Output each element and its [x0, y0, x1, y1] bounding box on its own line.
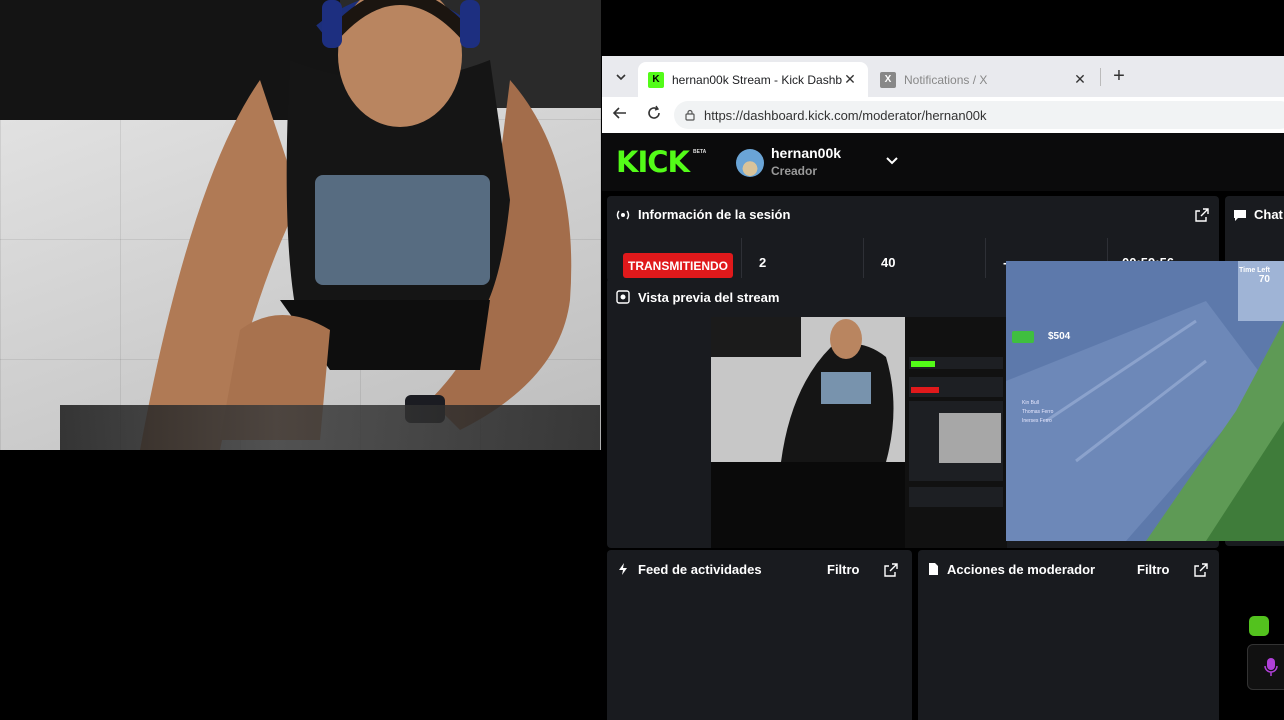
tab-notifications-x[interactable]: X Notifications / X ✕	[870, 62, 1098, 97]
divider	[741, 238, 742, 278]
broadcast-icon	[616, 210, 630, 220]
lock-icon	[685, 109, 695, 121]
chevron-down-icon	[616, 74, 626, 81]
stat-followers: 40	[881, 255, 896, 270]
game-timer: Time Left 70	[1239, 267, 1270, 285]
webcam-feed	[0, 0, 601, 450]
dashboard-header: KICK BETA hernan00k Creador	[602, 133, 1284, 191]
panel-title: Información de la sesión	[638, 207, 791, 222]
microphone-icon	[1264, 658, 1278, 676]
channel-name: hernan00k	[771, 145, 842, 161]
tab-close-icon[interactable]: ✕	[842, 71, 858, 88]
chevron-down-icon[interactable]	[883, 151, 901, 169]
emote-icon[interactable]	[1249, 616, 1269, 636]
kick-favicon-icon: K	[648, 71, 664, 88]
avatar[interactable]	[736, 149, 764, 177]
tab-title: hernan00k Stream - Kick Dashboard	[672, 72, 842, 87]
back-arrow-icon	[612, 107, 626, 119]
tab-close-icon[interactable]: ✕	[1072, 71, 1088, 88]
tab-search-button[interactable]	[610, 66, 632, 88]
tab-strip: K hernan00k Stream - Kick Dashboard ✕ X …	[602, 56, 1284, 97]
mic-button[interactable]	[1247, 644, 1284, 690]
popout-icon[interactable]	[1194, 563, 1208, 577]
moderator-actions-panel: Acciones de moderador Filtro	[918, 550, 1219, 720]
url-text: https://dashboard.kick.com/moderator/her…	[704, 107, 987, 123]
panel-title: Acciones de moderador	[947, 562, 1096, 577]
activity-feed-panel: Feed de actividades Filtro	[607, 550, 912, 720]
panel-title: Feed de actividades	[638, 562, 762, 577]
game-feed: Kin Bull Thomas Ferro Inerses Ferro	[1022, 399, 1053, 426]
x-favicon-icon: X	[880, 71, 896, 88]
timer-label: Time Left	[1239, 267, 1270, 274]
webcam-person	[140, 0, 572, 450]
lightning-icon	[619, 563, 627, 575]
address-bar: https://dashboard.kick.com/moderator/her…	[602, 97, 1284, 134]
game-money: $504	[1048, 331, 1071, 342]
kick-logo[interactable]: KICK	[616, 147, 690, 177]
new-tab-button[interactable]: +	[1108, 65, 1130, 87]
timer-value: 70	[1258, 274, 1270, 285]
live-status-badge: TRANSMITIENDO	[623, 253, 733, 278]
list-item: Thomas Ferro	[1022, 409, 1054, 415]
filter-button[interactable]: Filtro	[827, 562, 860, 577]
chat-bubble-icon	[1234, 210, 1246, 221]
stream-preview-video[interactable]	[711, 317, 1007, 548]
tab-separator	[1100, 68, 1101, 86]
webcam-desk	[60, 405, 600, 450]
browser-window: K hernan00k Stream - Kick Dashboard ✕ X …	[602, 56, 1284, 720]
document-icon	[929, 563, 938, 575]
tab-title: Notifications / X	[904, 72, 988, 87]
beta-badge: BETA	[693, 149, 707, 155]
preview-icon	[616, 290, 630, 304]
popout-icon[interactable]	[884, 563, 898, 577]
channel-role: Creador	[771, 164, 818, 178]
list-item: Inerses Ferro	[1022, 418, 1052, 424]
panel-title: Vista previa del stream	[638, 290, 780, 305]
panel-title: Chat	[1254, 207, 1283, 222]
back-button[interactable]	[610, 105, 630, 125]
url-field[interactable]: https://dashboard.kick.com/moderator/her…	[674, 101, 1284, 129]
preview-thumbnail	[711, 317, 1007, 548]
filter-button[interactable]: Filtro	[1137, 562, 1170, 577]
reload-button[interactable]	[644, 105, 664, 125]
tab-kick-dashboard[interactable]: K hernan00k Stream - Kick Dashboard ✕	[638, 62, 868, 97]
divider	[985, 238, 986, 278]
list-item: Kin Bull	[1022, 400, 1039, 406]
game-capture-overlay: $504 Time Left 70 Kin Bull Thomas Ferro …	[1006, 261, 1284, 541]
stat-viewers: 2	[759, 255, 767, 270]
reload-icon	[648, 105, 660, 119]
divider	[863, 238, 864, 278]
popout-icon[interactable]	[1195, 208, 1209, 222]
